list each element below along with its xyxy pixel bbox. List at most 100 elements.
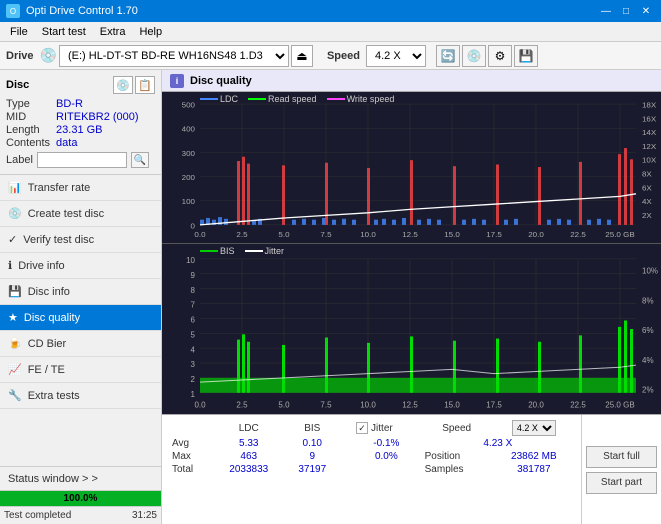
- svg-text:2%: 2%: [642, 386, 654, 395]
- stats-avg-row: Avg 5.33 0.10 -0.1% 4.23 X: [168, 437, 575, 450]
- svg-text:5: 5: [191, 330, 196, 339]
- jitter-legend: Jitter: [245, 246, 285, 256]
- avg-jitter: -0.1%: [352, 437, 421, 450]
- svg-text:20.0: 20.0: [528, 400, 544, 409]
- verify-test-disc-icon: ✓: [8, 233, 17, 246]
- sidebar-item-verify-test-disc[interactable]: ✓ Verify test disc: [0, 227, 161, 253]
- sidebar-item-disc-info[interactable]: 💾 Disc info: [0, 279, 161, 305]
- svg-text:8: 8: [191, 286, 196, 295]
- disc-info-label: Disc info: [28, 286, 70, 298]
- jitter-checkbox[interactable]: ✓: [356, 422, 368, 434]
- svg-text:10.0: 10.0: [360, 230, 376, 238]
- cd-bier-icon: 🍺: [8, 337, 22, 350]
- total-ldc: 2033833: [213, 463, 285, 476]
- disc-quality-label: Disc quality: [24, 312, 80, 324]
- svg-text:2.5: 2.5: [236, 230, 247, 238]
- save-button[interactable]: 💾: [514, 45, 538, 67]
- disc-info-icon: 💾: [8, 285, 22, 298]
- sidebar-item-create-test-disc[interactable]: 💿 Create test disc: [0, 201, 161, 227]
- content-area: i Disc quality LDC Read speed: [162, 70, 661, 524]
- sidebar-item-disc-quality[interactable]: ★ Disc quality: [0, 305, 161, 331]
- create-test-disc-label: Create test disc: [28, 208, 104, 220]
- col-ldc: LDC: [213, 419, 285, 437]
- charts-container: LDC Read speed Write speed: [162, 92, 661, 414]
- contents-label: Contents: [6, 137, 50, 149]
- menu-bar: File Start test Extra Help: [0, 22, 661, 42]
- max-bis: 9: [285, 450, 340, 463]
- col-empty: [168, 419, 213, 437]
- drive-info-label: Drive info: [18, 260, 64, 272]
- transfer-rate-icon: 📊: [8, 181, 22, 194]
- max-empty: [340, 450, 352, 463]
- total-bis: 37197: [285, 463, 340, 476]
- svg-text:25.0 GB: 25.0 GB: [605, 400, 635, 409]
- stats-speed-select[interactable]: 4.2 X: [512, 420, 556, 436]
- minimize-button[interactable]: —: [597, 4, 615, 18]
- max-ldc: 463: [213, 450, 285, 463]
- disc-header: Disc 💿 📋: [6, 76, 155, 94]
- svg-text:6X: 6X: [642, 184, 652, 192]
- drive-select[interactable]: (E:) HL-DT-ST BD-RE WH16NS48 1.D3: [59, 45, 289, 67]
- create-test-disc-icon: 💿: [8, 207, 22, 220]
- svg-text:10.0: 10.0: [360, 400, 376, 409]
- chart-top-legend: LDC Read speed Write speed: [200, 94, 394, 104]
- jitter-legend-color: [245, 250, 263, 252]
- fe-te-label: FE / TE: [28, 364, 65, 376]
- app-icon: O: [6, 4, 20, 18]
- svg-text:12.5: 12.5: [402, 230, 418, 238]
- svg-text:2.5: 2.5: [236, 400, 248, 409]
- title-bar-left: O Opti Drive Control 1.70: [6, 4, 138, 18]
- avg-speed: 4.23 X: [421, 437, 575, 450]
- menu-help[interactable]: Help: [133, 24, 168, 40]
- start-part-button[interactable]: Start part: [586, 472, 657, 494]
- refresh-button[interactable]: 🔄: [436, 45, 460, 67]
- svg-text:10%: 10%: [642, 267, 659, 276]
- svg-text:200: 200: [182, 174, 195, 182]
- svg-text:22.5: 22.5: [570, 230, 586, 238]
- app-title: Opti Drive Control 1.70: [26, 5, 138, 17]
- sidebar: Disc 💿 📋 Type BD-R MID RITEKBR2 (000) Le…: [0, 70, 162, 524]
- sidebar-item-fe-te[interactable]: 📈 FE / TE: [0, 357, 161, 383]
- sidebar-item-cd-bier[interactable]: 🍺 CD Bier: [0, 331, 161, 357]
- svg-text:2: 2: [191, 375, 196, 384]
- chart-top: LDC Read speed Write speed: [162, 92, 661, 244]
- menu-start-test[interactable]: Start test: [36, 24, 92, 40]
- sidebar-item-transfer-rate[interactable]: 📊 Transfer rate: [0, 175, 161, 201]
- menu-extra[interactable]: Extra: [94, 24, 132, 40]
- label-browse-button[interactable]: 🔍: [131, 152, 149, 168]
- svg-text:6: 6: [191, 315, 196, 324]
- total-empty: [340, 463, 352, 476]
- ldc-legend: LDC: [200, 94, 238, 104]
- status-text: Test completed: [4, 510, 71, 521]
- disc-icon-1[interactable]: 💿: [113, 76, 133, 94]
- ldc-legend-color: [200, 98, 218, 100]
- length-value: 23.31 GB: [56, 124, 155, 136]
- avg-empty: [340, 437, 352, 450]
- disc-icon-2[interactable]: 📋: [135, 76, 155, 94]
- nav-items: 📊 Transfer rate 💿 Create test disc ✓ Ver…: [0, 175, 161, 409]
- maximize-button[interactable]: □: [617, 4, 635, 18]
- svg-text:5.0: 5.0: [278, 400, 290, 409]
- chart-bottom-legend: BIS Jitter: [200, 246, 284, 256]
- position-value: 23862 MB: [493, 450, 575, 463]
- svg-text:500: 500: [182, 101, 195, 109]
- settings-button[interactable]: ⚙: [488, 45, 512, 67]
- fe-te-icon: 📈: [8, 363, 22, 376]
- svg-text:10X: 10X: [642, 156, 656, 164]
- sidebar-item-extra-tests[interactable]: 🔧 Extra tests: [0, 383, 161, 409]
- menu-file[interactable]: File: [4, 24, 34, 40]
- sidebar-item-drive-info[interactable]: ℹ Drive info: [0, 253, 161, 279]
- svg-text:20.0: 20.0: [528, 230, 544, 238]
- drive-info-icon: ℹ: [8, 259, 12, 272]
- speed-select[interactable]: 4.2 X: [366, 45, 426, 67]
- status-window-button[interactable]: Status window > >: [0, 466, 161, 490]
- bis-legend-color: [200, 250, 218, 252]
- close-button[interactable]: ✕: [637, 4, 655, 18]
- svg-text:3: 3: [191, 360, 196, 369]
- label-input[interactable]: [37, 152, 127, 168]
- svg-text:6%: 6%: [642, 326, 654, 335]
- disc-button[interactable]: 💿: [462, 45, 486, 67]
- svg-text:4X: 4X: [642, 198, 652, 206]
- start-full-button[interactable]: Start full: [586, 446, 657, 468]
- eject-button[interactable]: ⏏: [291, 45, 313, 67]
